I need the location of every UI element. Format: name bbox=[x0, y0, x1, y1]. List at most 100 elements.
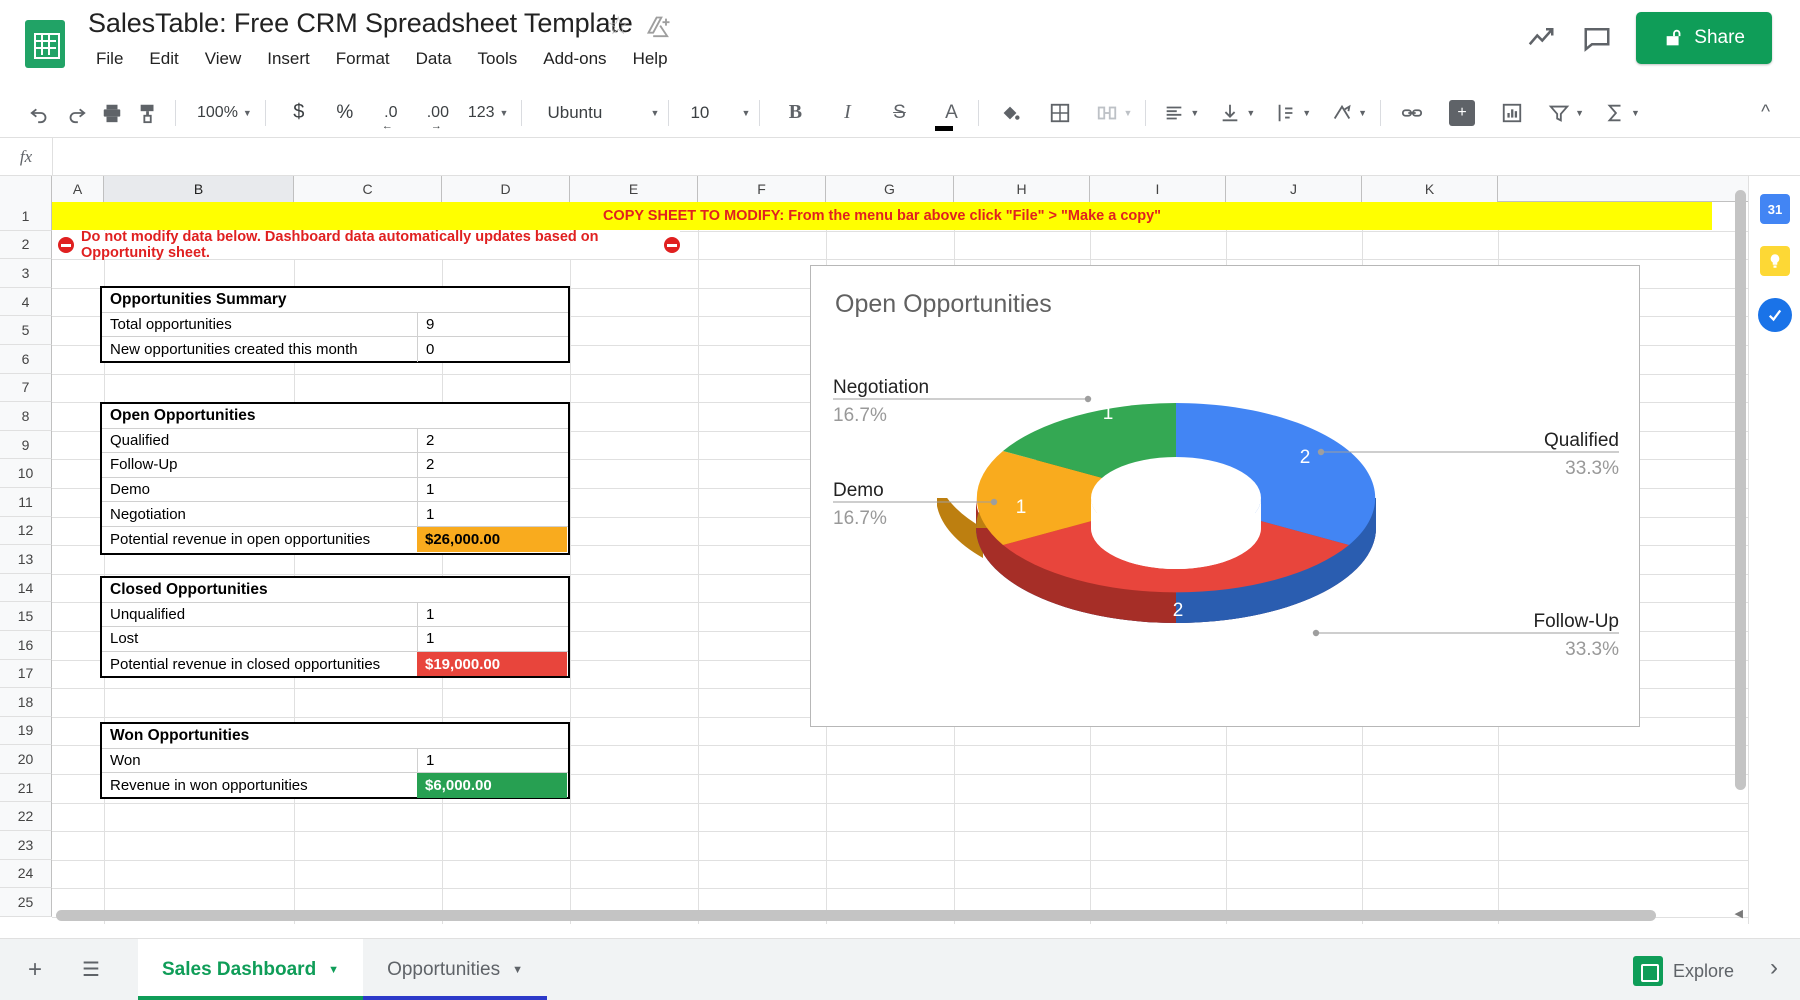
menu-format[interactable]: Format bbox=[323, 45, 403, 73]
column-header-F[interactable]: F bbox=[698, 176, 826, 202]
insert-link-icon[interactable] bbox=[1394, 95, 1430, 131]
row-header-11[interactable]: 11 bbox=[0, 487, 52, 517]
menu-addons[interactable]: Add-ons bbox=[530, 45, 619, 73]
paint-format-icon[interactable] bbox=[130, 95, 166, 131]
functions-sigma-icon[interactable]: ▼ bbox=[1600, 95, 1644, 131]
row-label: Follow-Up bbox=[110, 456, 178, 474]
horizontal-align-icon[interactable]: ▼ bbox=[1159, 95, 1203, 131]
insert-chart-icon[interactable] bbox=[1494, 95, 1530, 131]
menu-data[interactable]: Data bbox=[403, 45, 465, 73]
tasks-icon[interactable] bbox=[1758, 298, 1792, 332]
row-header-6[interactable]: 6 bbox=[0, 344, 52, 374]
fill-color-icon[interactable] bbox=[992, 95, 1028, 131]
column-header-J[interactable]: J bbox=[1226, 176, 1362, 202]
menu-tools[interactable]: Tools bbox=[465, 45, 531, 73]
row-header-7[interactable]: 7 bbox=[0, 373, 52, 403]
calendar-icon[interactable]: 31 bbox=[1760, 194, 1790, 224]
font-size-selector[interactable]: 10 ▼ bbox=[678, 103, 750, 123]
text-color-button[interactable]: A bbox=[933, 95, 969, 131]
row-header-1[interactable]: 1 bbox=[0, 202, 52, 231]
chevron-down-icon[interactable]: ▼ bbox=[328, 964, 339, 976]
chevron-down-icon[interactable]: ▼ bbox=[512, 964, 523, 976]
horizontal-scroll-thumb[interactable] bbox=[56, 910, 1656, 921]
row-header-25[interactable]: 25 bbox=[0, 888, 52, 917]
add-sheet-icon[interactable]: + bbox=[14, 949, 56, 991]
more-formats-button[interactable]: 123 ▼ bbox=[464, 95, 513, 131]
share-button[interactable]: Share bbox=[1636, 12, 1772, 64]
row-header-16[interactable]: 16 bbox=[0, 630, 52, 660]
row-header-20[interactable]: 20 bbox=[0, 745, 52, 774]
star-icon[interactable]: ☆ bbox=[607, 14, 629, 39]
text-rotation-icon[interactable]: ▼ bbox=[1327, 95, 1371, 131]
menu-edit[interactable]: Edit bbox=[136, 45, 191, 73]
column-header-G[interactable]: G bbox=[826, 176, 954, 202]
column-header-I[interactable]: I bbox=[1090, 176, 1226, 202]
explore-button[interactable]: Explore bbox=[1632, 956, 1734, 986]
row-header-12[interactable]: 12 bbox=[0, 516, 52, 546]
comment-icon[interactable] bbox=[1580, 21, 1614, 55]
sheet-tab-opportunities[interactable]: Opportunities ▼ bbox=[363, 938, 547, 1000]
document-title[interactable]: SalesTable: Free CRM Spreadsheet Templat… bbox=[88, 8, 633, 39]
print-icon[interactable] bbox=[94, 95, 130, 131]
row-header-2[interactable]: 2 bbox=[0, 230, 52, 260]
row-header-8[interactable]: 8 bbox=[0, 402, 52, 431]
zoom-selector[interactable]: 100% ▼ bbox=[185, 104, 256, 122]
borders-icon[interactable] bbox=[1042, 95, 1078, 131]
row-header-3[interactable]: 3 bbox=[0, 259, 52, 288]
italic-button[interactable]: I bbox=[829, 95, 865, 131]
row-header-10[interactable]: 10 bbox=[0, 459, 52, 488]
column-header-B[interactable]: B bbox=[104, 176, 294, 202]
row-header-5[interactable]: 5 bbox=[0, 316, 52, 345]
open-opportunities-chart[interactable]: Open Opportunities 1 2 1 2 Negotiation 1… bbox=[810, 265, 1640, 727]
vertical-align-icon[interactable]: ▼ bbox=[1215, 95, 1259, 131]
bold-button[interactable]: B bbox=[777, 95, 813, 131]
strikethrough-button[interactable]: S bbox=[881, 95, 917, 131]
column-header-E[interactable]: E bbox=[570, 176, 698, 202]
row-header-24[interactable]: 24 bbox=[0, 859, 52, 889]
row-header-13[interactable]: 13 bbox=[0, 545, 52, 574]
percent-format-button[interactable]: % bbox=[327, 95, 363, 131]
vertical-scrollbar[interactable] bbox=[1733, 180, 1747, 918]
menu-help[interactable]: Help bbox=[620, 45, 681, 73]
font-family-selector[interactable]: Ubuntu ▼ bbox=[531, 103, 659, 123]
column-header-H[interactable]: H bbox=[954, 176, 1090, 202]
insert-comment-icon[interactable]: + bbox=[1444, 95, 1480, 131]
increase-decimal-button[interactable]: .00 → bbox=[420, 95, 456, 132]
horizontal-scrollbar[interactable] bbox=[56, 908, 1740, 922]
row-header-18[interactable]: 18 bbox=[0, 688, 52, 717]
select-all-corner[interactable] bbox=[0, 176, 52, 202]
column-header-C[interactable]: C bbox=[294, 176, 442, 202]
menu-insert[interactable]: Insert bbox=[254, 45, 323, 73]
redo-icon[interactable] bbox=[58, 95, 94, 131]
row-header-15[interactable]: 15 bbox=[0, 602, 52, 631]
move-to-drive-icon[interactable] bbox=[645, 14, 673, 42]
row-header-21[interactable]: 21 bbox=[0, 773, 52, 803]
scroll-left-arrow[interactable]: ◀ bbox=[1735, 907, 1743, 920]
column-header-A[interactable]: A bbox=[52, 176, 104, 202]
vertical-scroll-thumb[interactable] bbox=[1735, 190, 1746, 790]
activity-trend-icon[interactable] bbox=[1524, 21, 1558, 55]
spreadsheet-grid: A B C D E F G H I J K 1 2 3 4 5 6 7 8 9 10 11 12 13 1… bbox=[0, 176, 1800, 924]
column-header-D[interactable]: D bbox=[442, 176, 570, 202]
merge-cells-icon[interactable]: ▼ bbox=[1092, 95, 1136, 131]
row-header-4[interactable]: 4 bbox=[0, 287, 52, 317]
row-header-14[interactable]: 14 bbox=[0, 573, 52, 603]
chevron-right-icon[interactable]: › bbox=[1770, 954, 1778, 982]
all-sheets-icon[interactable]: ☰ bbox=[70, 949, 112, 991]
menu-file[interactable]: File bbox=[86, 45, 136, 73]
row-header-9[interactable]: 9 bbox=[0, 430, 52, 460]
row-header-23[interactable]: 23 bbox=[0, 831, 52, 860]
row-header-17[interactable]: 17 bbox=[0, 659, 52, 689]
menu-view[interactable]: View bbox=[192, 45, 255, 73]
currency-format-button[interactable]: $ bbox=[281, 95, 317, 131]
keep-icon[interactable] bbox=[1760, 246, 1790, 276]
text-wrapping-icon[interactable]: ▼ bbox=[1271, 95, 1315, 131]
collapse-toolbar-icon[interactable]: ^ bbox=[1761, 102, 1770, 124]
row-header-22[interactable]: 22 bbox=[0, 802, 52, 832]
sheet-tab-sales-dashboard[interactable]: Sales Dashboard ▼ bbox=[138, 938, 364, 1000]
column-header-K[interactable]: K bbox=[1362, 176, 1498, 202]
decrease-decimal-button[interactable]: .0 ← bbox=[373, 95, 409, 132]
filter-icon[interactable]: ▼ bbox=[1544, 95, 1588, 131]
row-header-19[interactable]: 19 bbox=[0, 716, 52, 746]
undo-icon[interactable] bbox=[22, 95, 58, 131]
